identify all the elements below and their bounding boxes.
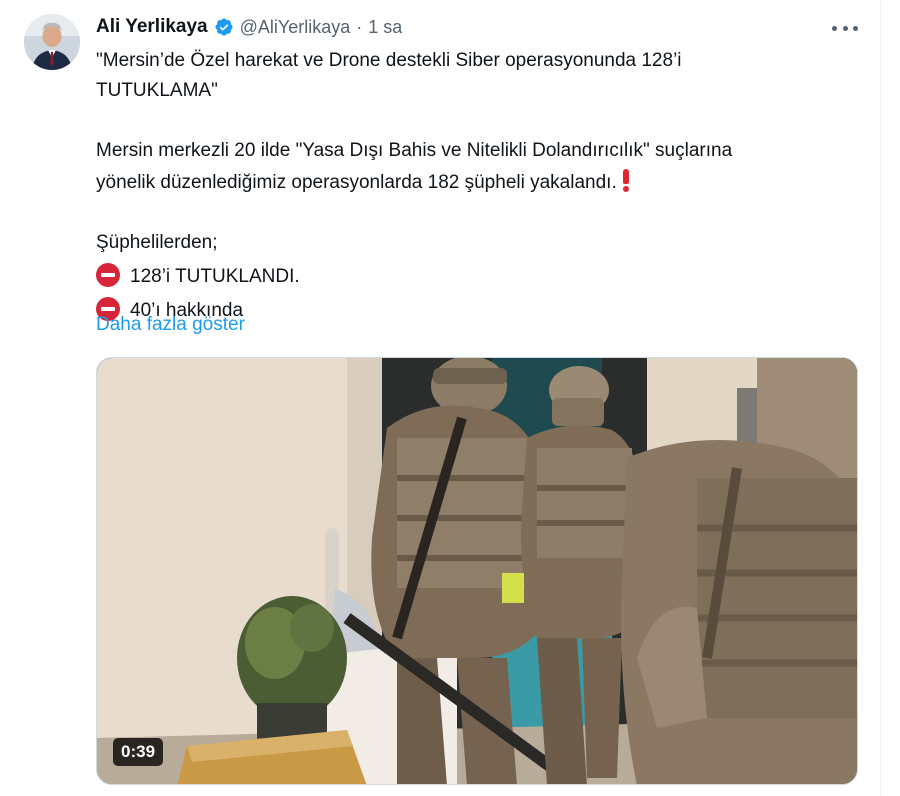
video-player[interactable]: 0:39 — [96, 357, 858, 785]
no-entry-icon — [96, 263, 120, 287]
tweet-text-segment: yönelik düzenlediğimiz operasyonlarda 18… — [96, 172, 617, 193]
red-exclamation-icon — [622, 169, 629, 192]
tweet-card[interactable]: Ali Yerlikaya @AliYerlikaya · 1 sa "Mers… — [0, 0, 880, 796]
header-separator: · — [356, 16, 363, 37]
tweet-text: "Mersin’de Özel harekat ve Drone destekl… — [96, 46, 866, 326]
video-thumbnail — [97, 358, 857, 784]
tweet-header: Ali Yerlikaya @AliYerlikaya · 1 sa — [96, 14, 402, 40]
tweet-text-line: Şüphelilerden; — [96, 232, 218, 253]
tweet-text-segment: 128’i TUTUKLANDI. — [130, 266, 300, 287]
tweet-text-line: yönelik düzenlediğimiz operasyonlarda 18… — [96, 166, 866, 198]
tweet-timestamp[interactable]: 1 sa — [368, 17, 402, 38]
author-display-name[interactable]: Ali Yerlikaya — [96, 16, 208, 38]
verified-badge-icon — [214, 17, 234, 37]
tweet-text-line: Mersin merkezli 20 ilde "Yasa Dışı Bahis… — [96, 140, 733, 161]
tweet-text-line: 128’i TUTUKLANDI. — [96, 258, 866, 292]
author-handle[interactable]: @AliYerlikaya — [240, 17, 351, 38]
tweet-text-line: "Mersin’de Özel harekat ve Drone destekl… — [96, 50, 682, 71]
more-options-icon[interactable] — [832, 16, 858, 40]
tweet-text-line: TUTUKLAMA" — [96, 80, 218, 101]
show-more-link[interactable]: Daha fazla göster — [96, 310, 245, 340]
video-duration: 0:39 — [113, 738, 164, 766]
avatar[interactable] — [24, 14, 80, 70]
timeline-divider — [880, 0, 881, 796]
